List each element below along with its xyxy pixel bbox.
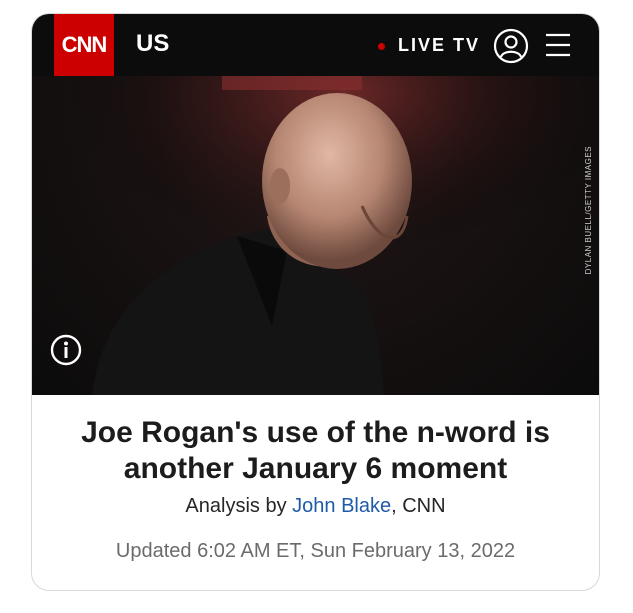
article-card[interactable]: CNN US LIVE TV DYLAN BUELL/GETTY IMAGES …: [31, 13, 600, 591]
hamburger-menu-icon[interactable]: [545, 31, 571, 59]
live-tv-link[interactable]: LIVE TV: [398, 35, 480, 56]
top-navbar: CNN US LIVE TV: [32, 14, 599, 76]
live-indicator-dot: [378, 43, 385, 50]
article-headline[interactable]: Joe Rogan's use of the n-word is another…: [48, 415, 583, 487]
section-label[interactable]: US: [136, 30, 169, 58]
cnn-logo[interactable]: CNN: [54, 14, 114, 76]
article-body: Joe Rogan's use of the n-word is another…: [32, 395, 599, 563]
photo-credit: DYLAN BUELL/GETTY IMAGES: [584, 146, 593, 275]
hero-photo: [32, 76, 599, 395]
byline-suffix: , CNN: [391, 495, 446, 517]
user-circle-icon[interactable]: [493, 28, 529, 64]
logo-text: CNN: [61, 32, 108, 57]
updated-timestamp: Updated 6:02 AM ET, Sun February 13, 202…: [115, 540, 516, 562]
hero-image[interactable]: DYLAN BUELL/GETTY IMAGES: [32, 76, 599, 395]
info-icon[interactable]: [50, 334, 82, 366]
byline-prefix: Analysis by: [185, 495, 293, 517]
author-link[interactable]: John Blake: [292, 495, 391, 517]
byline: Analysis by John Blake, CNN: [32, 495, 599, 518]
